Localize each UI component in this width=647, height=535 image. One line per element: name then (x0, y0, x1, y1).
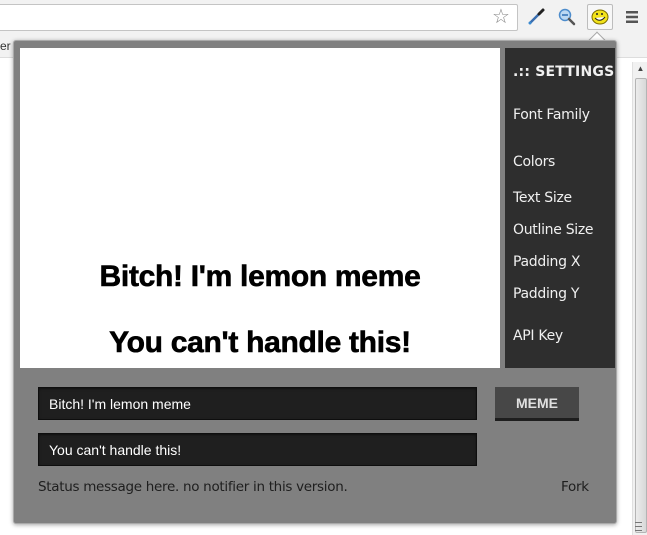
settings-item-text-size[interactable]: Text Size (513, 190, 572, 206)
status-message: Status message here. no notifier in this… (38, 479, 348, 495)
magnifier-icon[interactable] (556, 6, 578, 28)
fork-link[interactable]: Fork (561, 479, 589, 495)
controls-area: MEME Status message here. no notifier in… (14, 368, 616, 523)
star-icon[interactable]: ☆ (491, 7, 511, 27)
scroll-thumb[interactable] (635, 78, 647, 533)
trollface-extension-button[interactable] (587, 4, 613, 30)
settings-item-outline-size[interactable]: Outline Size (513, 222, 594, 238)
browser-toolbar: ☆ (0, 0, 647, 36)
meme-bottom-text: You can't handle this! (109, 326, 412, 360)
meme-extension-popup: Bitch! I'm lemon meme You can't handle t… (13, 40, 617, 524)
settings-item-api-key[interactable]: API Key (513, 328, 563, 344)
settings-item-font-family[interactable]: Font Family (513, 107, 590, 123)
meme-top-text: Bitch! I'm lemon meme (99, 260, 421, 294)
bottom-text-input[interactable] (38, 433, 477, 466)
settings-panel: .:: SETTINGS Font Family Colors Text Siz… (505, 48, 615, 368)
settings-item-padding-y[interactable]: Padding Y (513, 286, 579, 302)
settings-title: .:: SETTINGS (513, 64, 615, 80)
page-scrollbar[interactable]: ▲ (632, 62, 647, 535)
hamburger-menu-icon[interactable] (621, 6, 643, 28)
address-bar[interactable]: ☆ (0, 4, 518, 31)
trollface-extension-icon (591, 9, 609, 25)
settings-item-padding-x[interactable]: Padding X (513, 254, 580, 270)
top-text-input[interactable] (38, 387, 477, 420)
meme-button[interactable]: MEME (495, 387, 579, 421)
meme-preview: Bitch! I'm lemon meme You can't handle t… (20, 48, 500, 368)
settings-item-colors[interactable]: Colors (513, 154, 555, 170)
resize-grip-icon (635, 522, 642, 531)
bookmark-item[interactable]: er (0, 38, 11, 54)
scroll-up-arrow-icon[interactable]: ▲ (633, 62, 647, 76)
eyedropper-icon[interactable] (525, 6, 547, 28)
